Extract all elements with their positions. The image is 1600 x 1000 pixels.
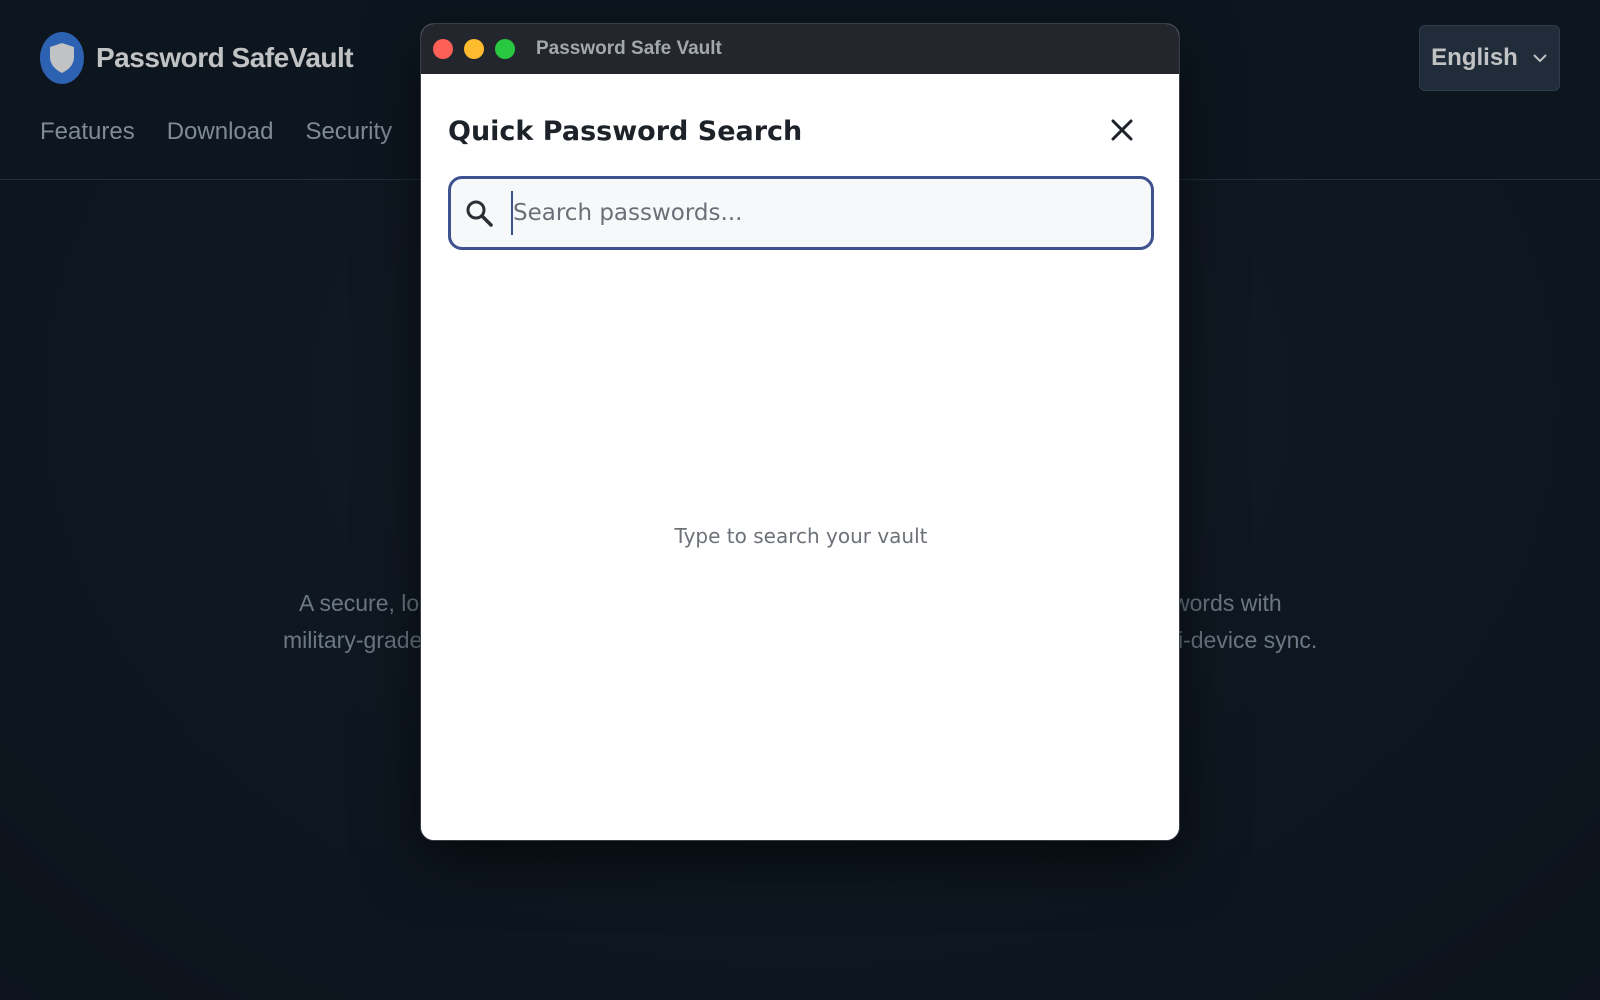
search-window: Password Safe Vault Quick Password Searc… (420, 23, 1180, 841)
close-window-button[interactable] (433, 39, 453, 59)
window-titlebar[interactable]: Password Safe Vault (421, 24, 1179, 74)
empty-state-hint: Type to search your vault (674, 524, 928, 548)
minimize-window-button[interactable] (464, 39, 484, 59)
search-field[interactable] (448, 176, 1154, 250)
modal-body: Quick Password Search Type to search you… (421, 74, 1179, 840)
modal-title: Quick Password Search (448, 116, 803, 147)
close-icon[interactable] (1106, 114, 1138, 146)
zoom-window-button[interactable] (495, 39, 515, 59)
search-input[interactable] (511, 191, 1151, 235)
search-icon (466, 200, 493, 227)
window-title: Password Safe Vault (536, 38, 722, 59)
